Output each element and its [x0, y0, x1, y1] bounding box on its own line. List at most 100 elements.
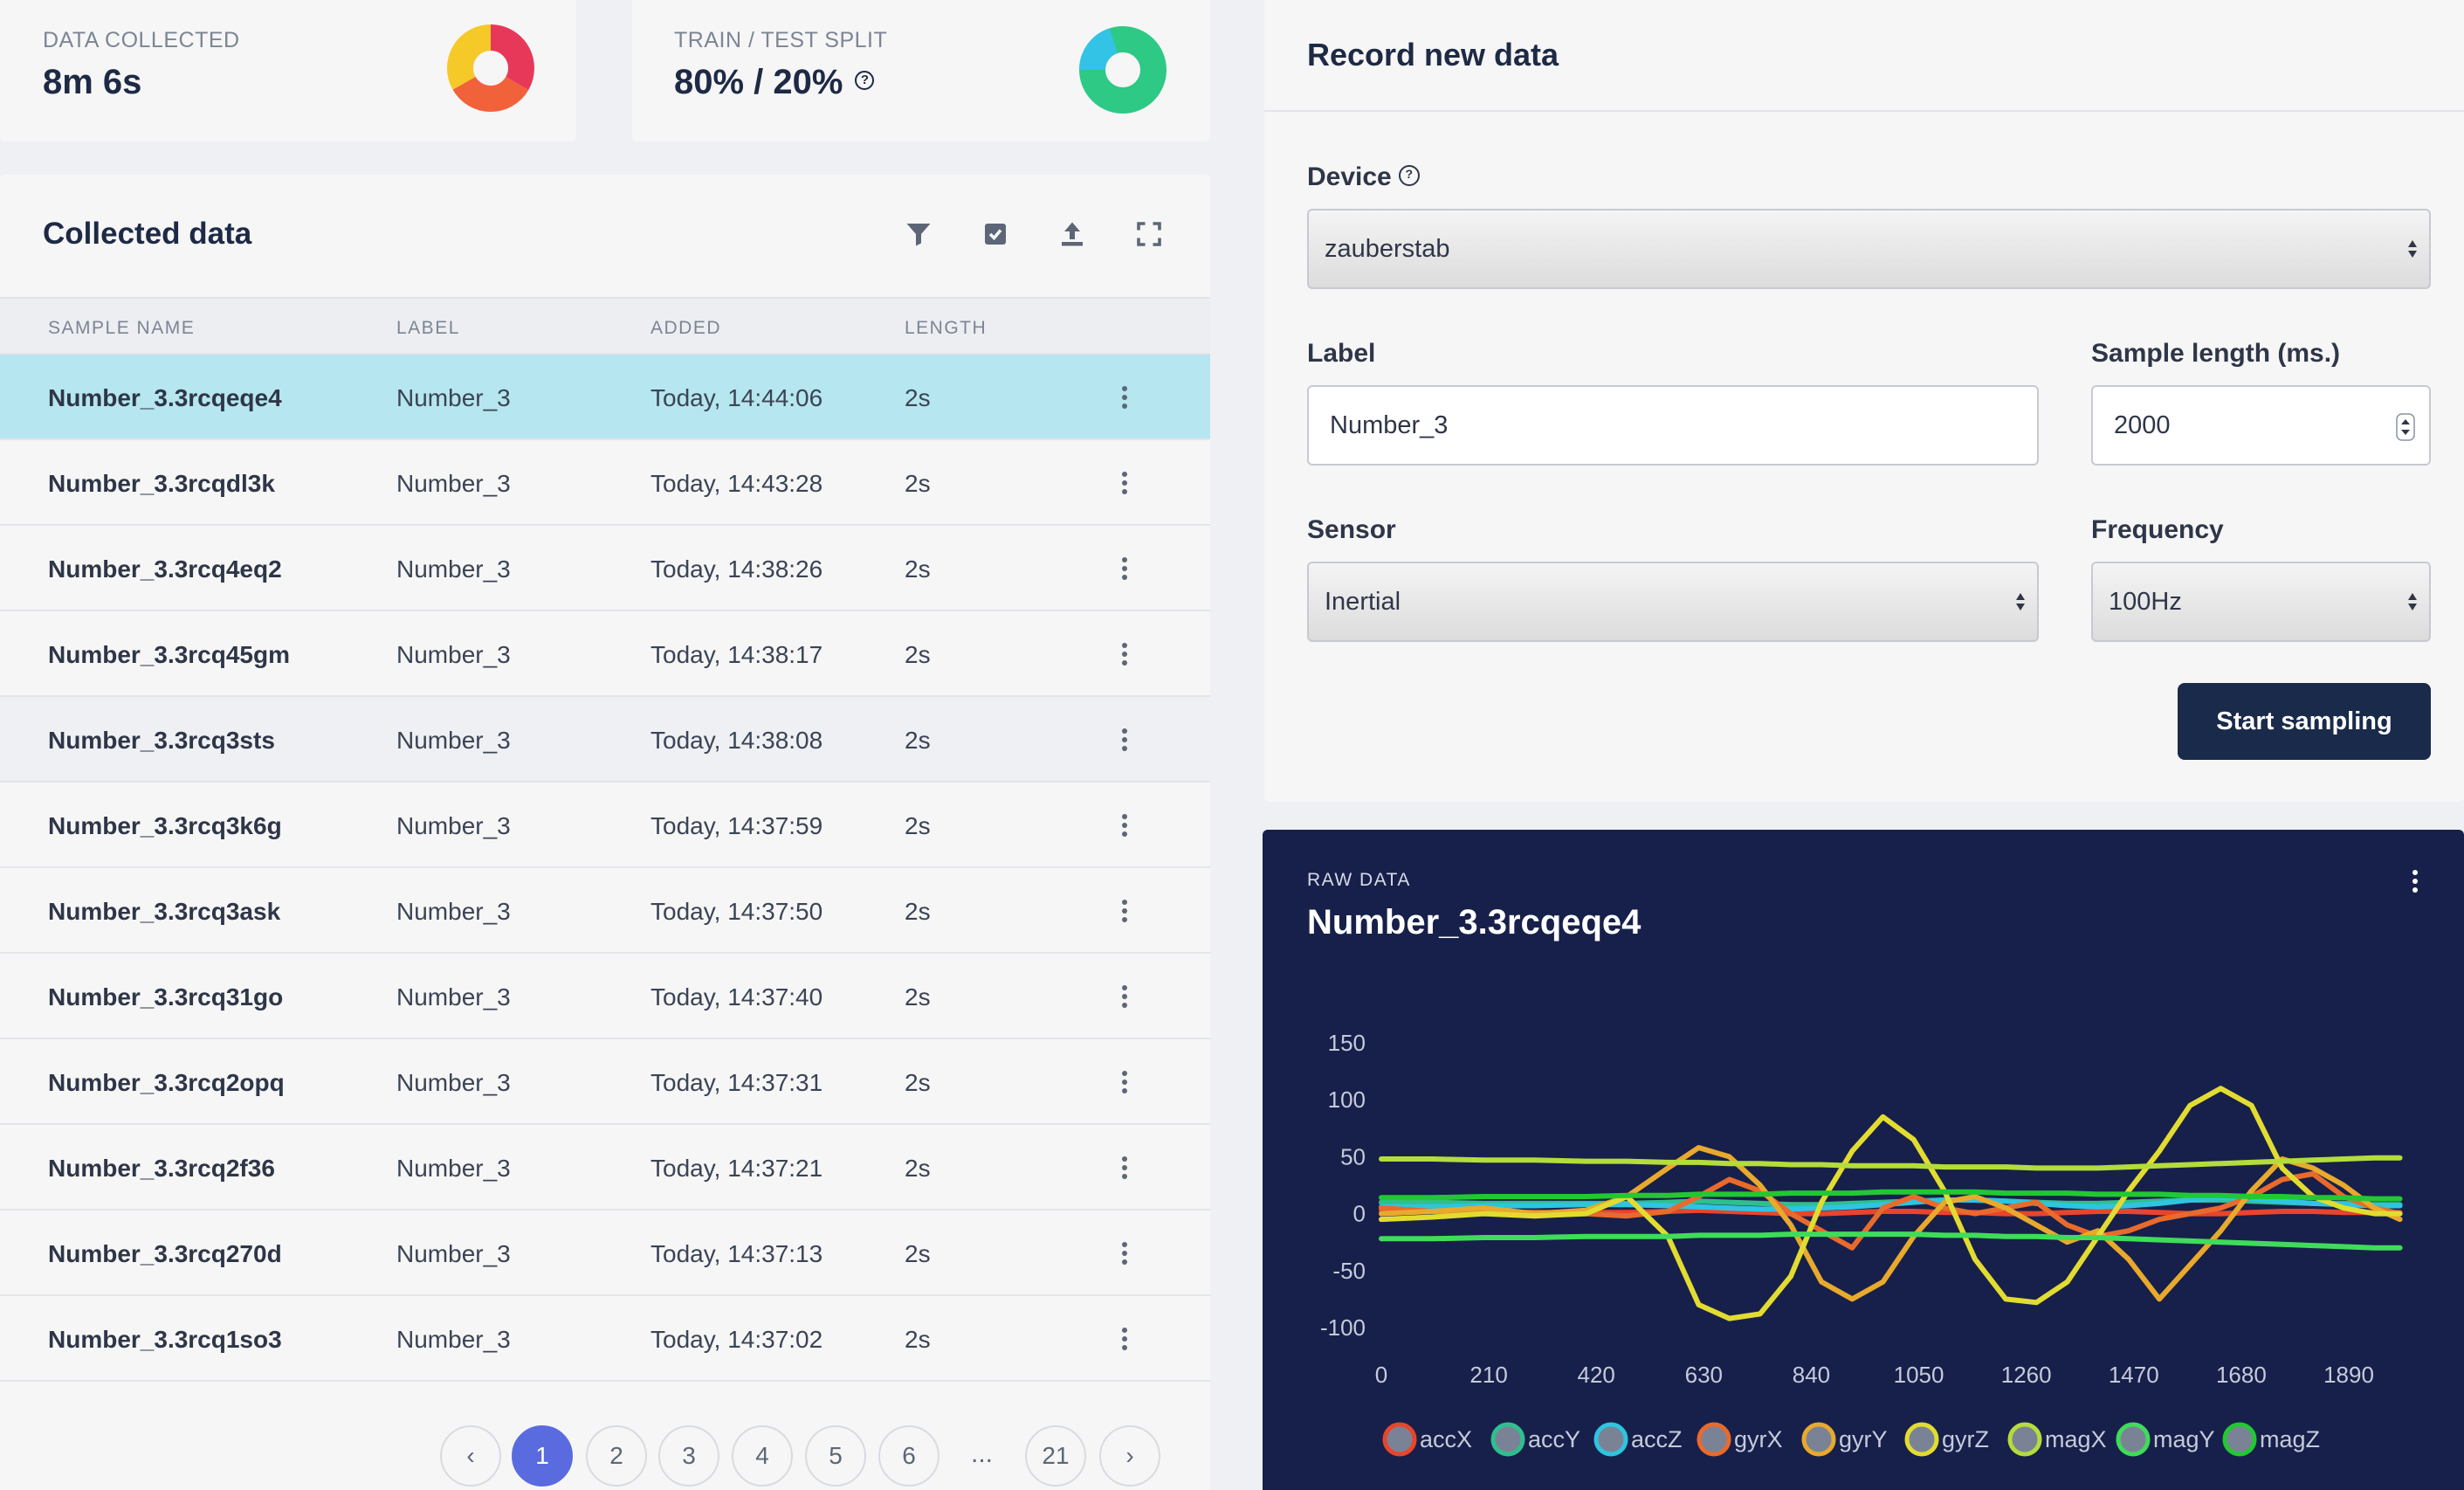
- table-row[interactable]: Number_3.3rcq3k6g Number_3 Today, 14:37:59…: [0, 783, 1210, 868]
- row-menu-icon[interactable]: [1114, 812, 1135, 838]
- device-help-icon[interactable]: ?: [1398, 165, 1420, 187]
- legend-item-accX[interactable]: accX: [1382, 1422, 1472, 1457]
- row-menu-icon[interactable]: [1114, 1326, 1135, 1352]
- column-header-added[interactable]: ADDED: [650, 318, 721, 339]
- sensor-select[interactable]: Inertial: [1307, 562, 2039, 642]
- cell-label: Number_3: [396, 1069, 511, 1096]
- x-tick-label: 1470: [2109, 1362, 2159, 1388]
- device-select[interactable]: zauberstab: [1307, 209, 2431, 289]
- filter-icon[interactable]: [903, 218, 934, 250]
- x-tick-label: 840: [1793, 1362, 1830, 1388]
- cell-added: Today, 14:38:26: [650, 555, 823, 583]
- cell-added: Today, 14:38:08: [650, 727, 823, 754]
- upload-icon[interactable]: [1056, 218, 1088, 250]
- sensor-label: Sensor: [1307, 515, 1396, 544]
- cell-length: 2s: [905, 555, 931, 583]
- legend-item-gyrZ[interactable]: gyrZ: [1904, 1422, 1989, 1457]
- select-arrows-icon: [2408, 240, 2417, 258]
- row-menu-icon[interactable]: [1114, 641, 1135, 667]
- select-checkbox-icon[interactable]: [980, 218, 1011, 250]
- cell-length: 2s: [905, 470, 931, 497]
- fullscreen-icon[interactable]: [1133, 218, 1165, 250]
- cell-name: Number_3.3rcq4eq2: [48, 555, 282, 583]
- legend-item-magZ[interactable]: magZ: [2222, 1422, 2320, 1457]
- pagination-prev-button[interactable]: ‹: [440, 1425, 501, 1487]
- pagination-page-4[interactable]: 4: [732, 1425, 793, 1487]
- column-header-label[interactable]: LABEL: [396, 318, 460, 339]
- cell-length: 2s: [905, 983, 931, 1011]
- table-row[interactable]: Number_3.3rcq270d Number_3 Today, 14:37:13…: [0, 1211, 1210, 1296]
- legend-item-gyrY[interactable]: gyrY: [1801, 1422, 1888, 1457]
- divider: [1264, 110, 2464, 112]
- legend-item-accZ[interactable]: accZ: [1593, 1422, 1683, 1457]
- column-header-sample-name[interactable]: SAMPLE NAME: [48, 318, 195, 339]
- table-row[interactable]: Number_3.3rcq2f36 Number_3 Today, 14:37:21…: [0, 1125, 1210, 1211]
- row-menu-icon[interactable]: [1114, 1240, 1135, 1266]
- table-row[interactable]: Number_3.3rcqdl3k Number_3 Today, 14:43:28…: [0, 440, 1210, 526]
- cell-label: Number_3: [396, 470, 511, 497]
- table-row[interactable]: Number_3.3rcq4eq2 Number_3 Today, 14:38:26…: [0, 526, 1210, 611]
- label-input[interactable]: Number_3: [1307, 385, 2039, 466]
- cell-length: 2s: [905, 384, 931, 411]
- sample-length-label: Sample length (ms.): [2091, 339, 2341, 368]
- legend-label: gyrZ: [1942, 1426, 1989, 1452]
- cell-added: Today, 14:37:13: [650, 1240, 823, 1267]
- table-row[interactable]: Number_3.3rcq3ask Number_3 Today, 14:37:50…: [0, 868, 1210, 954]
- legend-item-magY[interactable]: magY: [2116, 1422, 2215, 1457]
- legend-label: accY: [1528, 1426, 1580, 1452]
- cell-label: Number_3: [396, 555, 511, 583]
- cell-name: Number_3.3rcq3ask: [48, 898, 281, 925]
- legend-item-gyrX[interactable]: gyrX: [1697, 1422, 1783, 1457]
- cell-label: Number_3: [396, 1326, 511, 1353]
- help-icon[interactable]: ?: [855, 71, 875, 91]
- row-menu-icon[interactable]: [1114, 1069, 1135, 1095]
- device-label-text: Device: [1307, 162, 1392, 191]
- row-menu-icon[interactable]: [1114, 384, 1135, 410]
- y-tick-label: -50: [1332, 1258, 1366, 1284]
- table-row[interactable]: Number_3.3rcq1so3 Number_3 Today, 14:37:02…: [0, 1296, 1210, 1382]
- legend-item-accY[interactable]: accY: [1490, 1422, 1580, 1457]
- cell-name: Number_3.3rcq270d: [48, 1240, 282, 1267]
- table-row[interactable]: Number_3.3rcq45gm Number_3 Today, 14:38:17…: [0, 611, 1210, 697]
- y-tick-label: 0: [1353, 1201, 1366, 1227]
- table-row[interactable]: Number_3.3rcq2opq Number_3 Today, 14:37:31…: [0, 1039, 1210, 1125]
- stat-value-data-collected: 8m 6s: [43, 63, 142, 101]
- select-arrows-icon: [2016, 593, 2025, 610]
- row-menu-icon[interactable]: [1114, 1155, 1135, 1181]
- cell-name: Number_3.3rcqeqe4: [48, 384, 282, 411]
- cell-name: Number_3.3rcq2f36: [48, 1155, 275, 1182]
- frequency-select[interactable]: 100Hz: [2091, 562, 2431, 642]
- pagination-page-5[interactable]: 5: [805, 1425, 866, 1487]
- cell-label: Number_3: [396, 1155, 511, 1182]
- raw-data-menu-icon[interactable]: [2405, 868, 2426, 894]
- pagination-page-3[interactable]: 3: [658, 1425, 719, 1487]
- table-row[interactable]: Number_3.3rcqeqe4 Number_3 Today, 14:44:06…: [0, 355, 1210, 440]
- legend-label: gyrX: [1734, 1426, 1783, 1452]
- cell-label: Number_3: [396, 384, 511, 411]
- cell-added: Today, 14:38:17: [650, 641, 823, 668]
- row-menu-icon[interactable]: [1114, 983, 1135, 1010]
- series-line-magX: [1379, 1155, 2403, 1171]
- row-menu-icon[interactable]: [1114, 727, 1135, 753]
- pagination-page-6[interactable]: 6: [878, 1425, 939, 1487]
- frequency-select-value: 100Hz: [2109, 588, 2182, 616]
- device-label: Device?: [1307, 162, 1420, 192]
- legend-marker: [2007, 1422, 2042, 1457]
- legend-label: magZ: [2260, 1426, 2320, 1452]
- sample-length-input[interactable]: 2000: [2091, 385, 2431, 466]
- pagination-page-1[interactable]: 1: [512, 1425, 573, 1487]
- pagination-page-2[interactable]: 2: [586, 1425, 647, 1487]
- row-menu-icon[interactable]: [1114, 470, 1135, 496]
- table-row[interactable]: Number_3.3rcq31go Number_3 Today, 14:37:40…: [0, 954, 1210, 1039]
- cell-name: Number_3.3rcq31go: [48, 983, 284, 1011]
- row-menu-icon[interactable]: [1114, 898, 1135, 924]
- pagination-page-last[interactable]: 21: [1025, 1425, 1086, 1487]
- column-header-length[interactable]: LENGTH: [905, 318, 987, 339]
- pagination-next-button[interactable]: ›: [1099, 1425, 1160, 1487]
- table-row[interactable]: Number_3.3rcq3sts Number_3 Today, 14:38:08…: [0, 697, 1210, 783]
- row-menu-icon[interactable]: [1114, 555, 1135, 582]
- cell-added: Today, 14:37:40: [650, 983, 823, 1011]
- legend-item-magX[interactable]: magX: [2007, 1422, 2107, 1457]
- start-sampling-button[interactable]: Start sampling: [2178, 683, 2431, 760]
- stepper-icon[interactable]: [2396, 413, 2415, 441]
